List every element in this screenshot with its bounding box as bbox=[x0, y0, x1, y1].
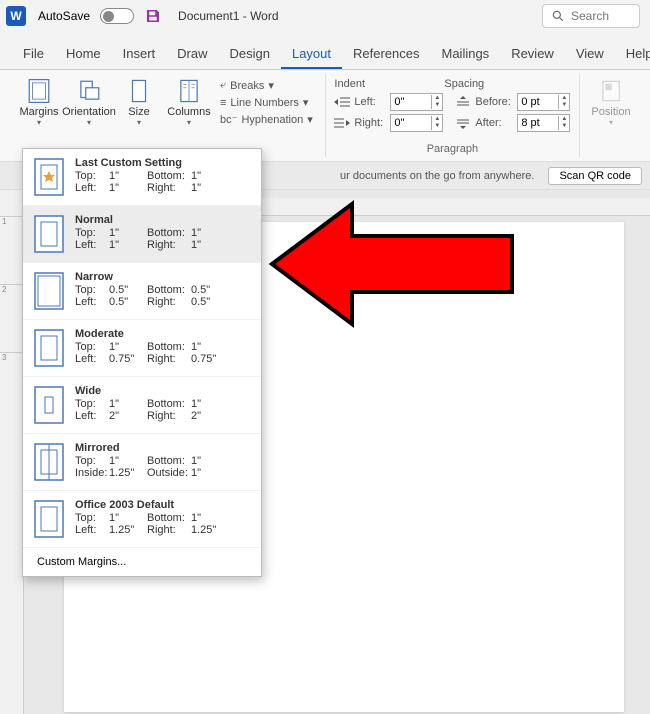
indent-right-input[interactable]: ▲▼ bbox=[390, 114, 443, 132]
tab-review[interactable]: Review bbox=[500, 40, 565, 69]
custom-margins-button[interactable]: Custom Margins... bbox=[23, 548, 261, 576]
position-icon bbox=[598, 78, 624, 104]
margins-menu: Last Custom Setting Top:1"Bottom:1" Left… bbox=[22, 148, 262, 577]
page-setup-group: Margins▾ Orientation▾ Size▾ Columns▾ ⤶Br… bbox=[8, 74, 326, 157]
margins-icon bbox=[26, 78, 52, 104]
search-icon bbox=[551, 9, 565, 23]
margins-button[interactable]: Margins▾ bbox=[16, 76, 62, 129]
margin-preset-icon bbox=[33, 385, 65, 425]
margin-option-last-custom-setting[interactable]: Last Custom Setting Top:1"Bottom:1" Left… bbox=[23, 149, 261, 206]
chevron-down-icon: ▾ bbox=[87, 118, 91, 127]
tab-help[interactable]: Help bbox=[615, 40, 650, 69]
tab-draw[interactable]: Draw bbox=[166, 40, 218, 69]
tab-insert[interactable]: Insert bbox=[112, 40, 167, 69]
margin-option-office-2003-default[interactable]: Office 2003 Default Top:1"Bottom:1" Left… bbox=[23, 491, 261, 548]
orientation-button[interactable]: Orientation▾ bbox=[66, 76, 112, 129]
search-input[interactable] bbox=[571, 9, 631, 23]
position-button[interactable]: Position▾ bbox=[588, 76, 634, 129]
margin-preset-icon bbox=[33, 328, 65, 368]
margin-preset-icon bbox=[33, 214, 65, 254]
paragraph-group: IndentSpacing Left: ▲▼ Before: ▲▼ Right:… bbox=[326, 74, 580, 157]
document-title: Document1 - Word bbox=[178, 9, 278, 23]
autosave-toggle[interactable] bbox=[100, 8, 134, 24]
line-numbers-icon: ≡ bbox=[220, 97, 226, 109]
save-icon[interactable] bbox=[144, 7, 162, 25]
tab-references[interactable]: References bbox=[342, 40, 430, 69]
tab-mailings[interactable]: Mailings bbox=[431, 40, 501, 69]
margin-preset-icon bbox=[33, 499, 65, 539]
indent-left-icon bbox=[334, 96, 350, 108]
hyphenation-icon: bc⁻ bbox=[220, 113, 237, 126]
margin-option-moderate[interactable]: Moderate Top:1"Bottom:1" Left:0.75"Right… bbox=[23, 320, 261, 377]
chevron-down-icon: ▾ bbox=[37, 118, 41, 127]
autosave-label: AutoSave bbox=[38, 9, 90, 23]
margin-option-mirrored[interactable]: Mirrored Top:1"Bottom:1" Inside:1.25"Out… bbox=[23, 434, 261, 491]
ribbon-tabs: FileHomeInsertDrawDesignLayoutReferences… bbox=[0, 32, 650, 70]
columns-button[interactable]: Columns▾ bbox=[166, 76, 212, 129]
size-button[interactable]: Size▾ bbox=[116, 76, 162, 129]
line-numbers-button[interactable]: ≡Line Numbers ▾ bbox=[216, 95, 317, 110]
tab-home[interactable]: Home bbox=[55, 40, 112, 69]
indent-right-icon bbox=[334, 117, 350, 129]
margin-option-normal[interactable]: Normal Top:1"Bottom:1" Left:1"Right:1" bbox=[23, 206, 261, 263]
chevron-down-icon: ▾ bbox=[187, 118, 191, 127]
breaks-button[interactable]: ⤶Breaks ▾ bbox=[216, 78, 317, 93]
word-app-icon: W bbox=[6, 6, 26, 26]
spacing-after-icon bbox=[455, 117, 471, 129]
margin-preset-icon bbox=[33, 442, 65, 482]
size-icon bbox=[126, 78, 152, 104]
arrange-group: Position▾ bbox=[580, 74, 642, 157]
margin-option-wide[interactable]: Wide Top:1"Bottom:1" Left:2"Right:2" bbox=[23, 377, 261, 434]
tab-file[interactable]: File bbox=[12, 40, 55, 69]
tab-design[interactable]: Design bbox=[219, 40, 281, 69]
titlebar: W AutoSave Document1 - Word bbox=[0, 0, 650, 32]
spacing-before-icon bbox=[455, 96, 471, 108]
hyphenation-button[interactable]: bc⁻Hyphenation ▾ bbox=[216, 112, 317, 127]
tab-view[interactable]: View bbox=[565, 40, 615, 69]
scan-qr-button[interactable]: Scan QR code bbox=[548, 167, 642, 185]
margin-option-narrow[interactable]: Narrow Top:0.5"Bottom:0.5" Left:0.5"Righ… bbox=[23, 263, 261, 320]
search-box[interactable] bbox=[542, 4, 640, 28]
indent-left-input[interactable]: ▲▼ bbox=[390, 93, 443, 111]
spacing-after-input[interactable]: ▲▼ bbox=[517, 114, 570, 132]
spacing-before-input[interactable]: ▲▼ bbox=[517, 93, 570, 111]
tab-layout[interactable]: Layout bbox=[281, 40, 342, 69]
margin-preset-icon bbox=[33, 157, 65, 197]
margin-preset-icon bbox=[33, 271, 65, 311]
vertical-ruler: 123 bbox=[0, 190, 24, 714]
chevron-down-icon: ▾ bbox=[137, 118, 141, 127]
breaks-icon: ⤶ bbox=[220, 79, 226, 92]
columns-icon bbox=[176, 78, 202, 104]
orientation-icon bbox=[76, 78, 102, 104]
